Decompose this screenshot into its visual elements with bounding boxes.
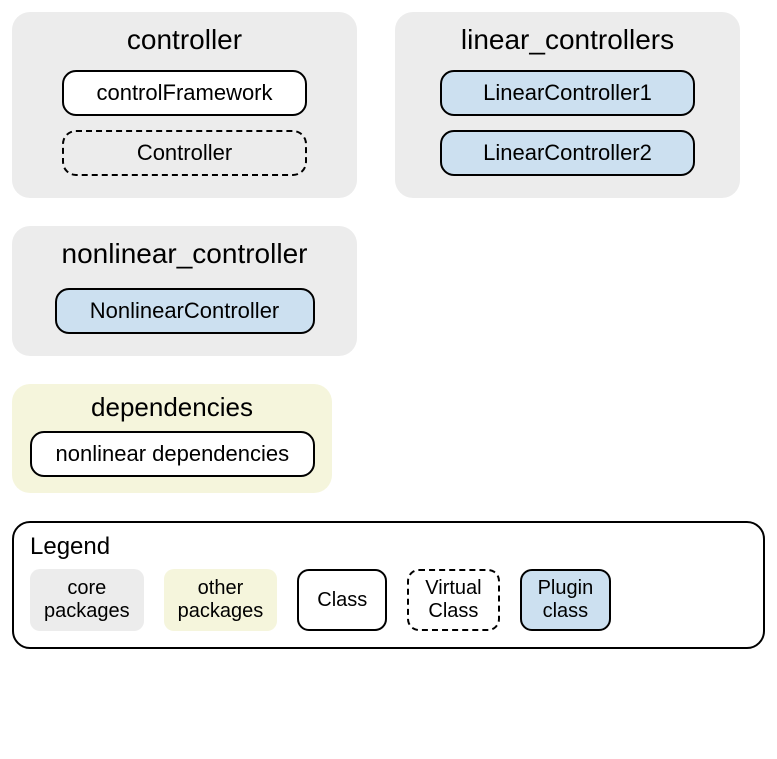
- package-controller-title: controller: [32, 24, 337, 56]
- package-linear-controllers: linear_controllers LinearController1 Lin…: [395, 12, 740, 198]
- legend-class: Class: [297, 569, 387, 631]
- package-dependencies-title: dependencies: [28, 392, 316, 423]
- plugin-nonlinearcontroller: NonlinearController: [55, 288, 315, 334]
- plugin-linearcontroller2: LinearController2: [440, 130, 695, 176]
- package-controller: controller controlFramework Controller: [12, 12, 357, 198]
- legend-plugin-class: Pluginclass: [520, 569, 612, 631]
- legend-other-packages: otherpackages: [164, 569, 278, 631]
- legend-title: Legend: [30, 533, 747, 561]
- legend-core-packages: corepackages: [30, 569, 144, 631]
- row-deps: dependencies nonlinear dependencies: [12, 384, 765, 493]
- package-dependencies: dependencies nonlinear dependencies: [12, 384, 332, 493]
- class-nonlinear-dependencies: nonlinear dependencies: [30, 431, 315, 477]
- row-top: controller controlFramework Controller l…: [12, 12, 765, 198]
- package-linear-controllers-title: linear_controllers: [415, 24, 720, 56]
- plugin-linearcontroller1: LinearController1: [440, 70, 695, 116]
- legend-items: corepackages otherpackages Class Virtual…: [30, 569, 747, 631]
- legend-virtual-class: VirtualClass: [407, 569, 499, 631]
- legend: Legend corepackages otherpackages Class …: [12, 521, 765, 649]
- package-nonlinear-controller-title: nonlinear_controller: [32, 238, 337, 270]
- package-nonlinear-controller: nonlinear_controller NonlinearController: [12, 226, 357, 356]
- class-controlframework: controlFramework: [62, 70, 307, 116]
- row-mid: nonlinear_controller NonlinearController: [12, 226, 765, 356]
- virtual-class-controller: Controller: [62, 130, 307, 176]
